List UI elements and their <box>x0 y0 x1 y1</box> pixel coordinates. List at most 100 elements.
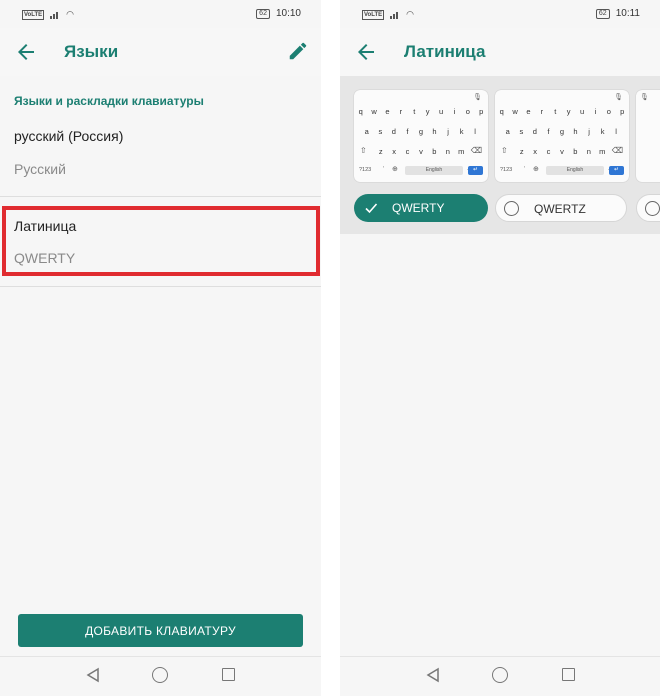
key: b <box>432 147 437 156</box>
latin-layout-screen: VoLTE ◠ 62 10:11 Латиница 🎙 q w e r t y … <box>340 0 660 696</box>
clock: 10:11 <box>615 8 640 19</box>
key: q <box>499 107 504 116</box>
keyboard-row: z x c v b n m <box>495 147 629 156</box>
page-title: Языки <box>64 42 119 61</box>
nav-recent-icon[interactable] <box>562 668 575 681</box>
key: n <box>445 147 450 156</box>
nav-back-icon[interactable] <box>85 667 101 683</box>
key: a <box>505 127 510 136</box>
key: r <box>540 107 544 116</box>
keyboard-preview-qwerty[interactable]: 🎙 q w e r t y u i o p a s d f g h j k l … <box>354 90 488 182</box>
key: e <box>385 107 390 116</box>
key: i <box>594 107 597 116</box>
divider <box>0 286 321 287</box>
highlight-frame <box>2 206 320 276</box>
check-icon <box>365 203 378 214</box>
key: l <box>474 127 476 136</box>
nav-home-icon[interactable] <box>492 667 508 683</box>
key: h <box>573 127 578 136</box>
key: c <box>405 147 410 156</box>
key: o <box>606 107 611 116</box>
divider <box>0 196 321 197</box>
page-title: Латиница <box>404 42 486 61</box>
list-item-title: русский (Россия) <box>14 128 124 144</box>
key: y <box>566 107 571 116</box>
section-header: Языки и раскладки клавиатуры <box>14 94 204 108</box>
key: k <box>600 127 605 136</box>
system-nav-bar <box>0 656 321 696</box>
key: u <box>438 107 444 116</box>
key: v <box>560 147 564 156</box>
clock: 10:10 <box>275 8 301 19</box>
nav-recent-icon[interactable] <box>222 668 235 681</box>
screenshot-stage: VoLTE ◠ 62 10:10 Языки Языки и раскладки… <box>0 0 660 696</box>
empty-area <box>340 234 660 656</box>
list-item-subtitle: Русский <box>14 161 66 177</box>
system-nav-bar <box>340 656 660 696</box>
key: v <box>419 147 423 156</box>
layout-option-label: QWERTZ <box>534 202 586 216</box>
layout-option-qwerty[interactable]: QWERTY <box>354 194 488 222</box>
mic-icon: 🎙 <box>473 94 482 101</box>
wifi-icon: ◠ <box>406 9 414 19</box>
volte-icon: VoLTE <box>22 9 45 20</box>
key: x <box>392 147 396 156</box>
key: x <box>533 147 537 156</box>
enter-icon: ↵ <box>468 166 483 175</box>
key: j <box>588 127 590 136</box>
languages-list: Языки и раскладки клавиатуры русский (Ро… <box>0 76 321 656</box>
nav-back-icon[interactable] <box>425 667 441 683</box>
key: d <box>532 127 537 136</box>
key: z <box>378 147 383 156</box>
enter-icon: ↵ <box>609 166 624 175</box>
app-bar: Латиница <box>340 28 660 76</box>
nav-home-icon[interactable] <box>152 667 168 683</box>
key: e <box>526 107 531 116</box>
keyboard-bottom-row: ?123 ʹ ⊕ English . ↵ <box>357 166 485 176</box>
key: f <box>547 127 550 136</box>
key: g <box>559 127 565 136</box>
numbers-key: ?123 <box>500 167 513 173</box>
space-key: English <box>405 166 463 175</box>
battery-icon: 62 <box>595 8 610 19</box>
key: a <box>364 127 369 136</box>
mic-icon: 🎙 <box>640 94 649 101</box>
keyboard-preview-qwertz[interactable]: 🎙 q w e r t y u i o p a s d f g h j k l … <box>495 90 629 182</box>
app-bar: Языки <box>0 28 321 76</box>
key: w <box>512 107 518 116</box>
globe-icon: ⊕ <box>392 166 398 173</box>
back-arrow-icon[interactable] <box>354 40 378 64</box>
battery-icon: 62 <box>256 8 270 19</box>
pencil-icon[interactable] <box>287 40 309 62</box>
layout-option-label: QWERTY <box>392 201 445 215</box>
key: j <box>447 127 449 136</box>
status-bar: VoLTE ◠ 62 10:11 <box>340 0 660 28</box>
numbers-key: ?123 <box>359 167 372 173</box>
layout-option-qwertz[interactable]: QWERTZ <box>495 194 627 222</box>
radio-icon <box>645 201 660 216</box>
key: t <box>413 107 416 116</box>
key: z <box>519 147 524 156</box>
key: s <box>378 127 383 136</box>
key: n <box>586 147 591 156</box>
add-keyboard-button[interactable]: ДОБАВИТЬ КЛАВИАТУРУ <box>18 614 303 647</box>
keyboard-preview-partial[interactable]: 🎙 <box>636 90 660 182</box>
layout-selector: 🎙 q w e r t y u i o p a s d f g h j k l … <box>340 76 660 234</box>
volte-icon: VoLTE <box>362 9 385 20</box>
backspace-icon: ⌫ <box>611 146 623 155</box>
keyboard-bottom-row: ?123 ʹ ⊕ English . ↵ <box>498 166 626 176</box>
back-arrow-icon[interactable] <box>14 40 38 64</box>
signal-icon <box>390 11 400 19</box>
globe-icon: ⊕ <box>533 166 539 173</box>
signal-icon <box>50 11 60 19</box>
key: p <box>620 107 625 116</box>
key: d <box>391 127 396 136</box>
key: r <box>399 107 403 116</box>
keyboard-row: q w e r t y u i o p <box>354 107 488 116</box>
key: l <box>615 127 617 136</box>
key: q <box>358 107 363 116</box>
key: m <box>599 147 606 156</box>
layout-option-partial[interactable] <box>636 194 660 222</box>
key: c <box>546 147 551 156</box>
key: t <box>554 107 557 116</box>
